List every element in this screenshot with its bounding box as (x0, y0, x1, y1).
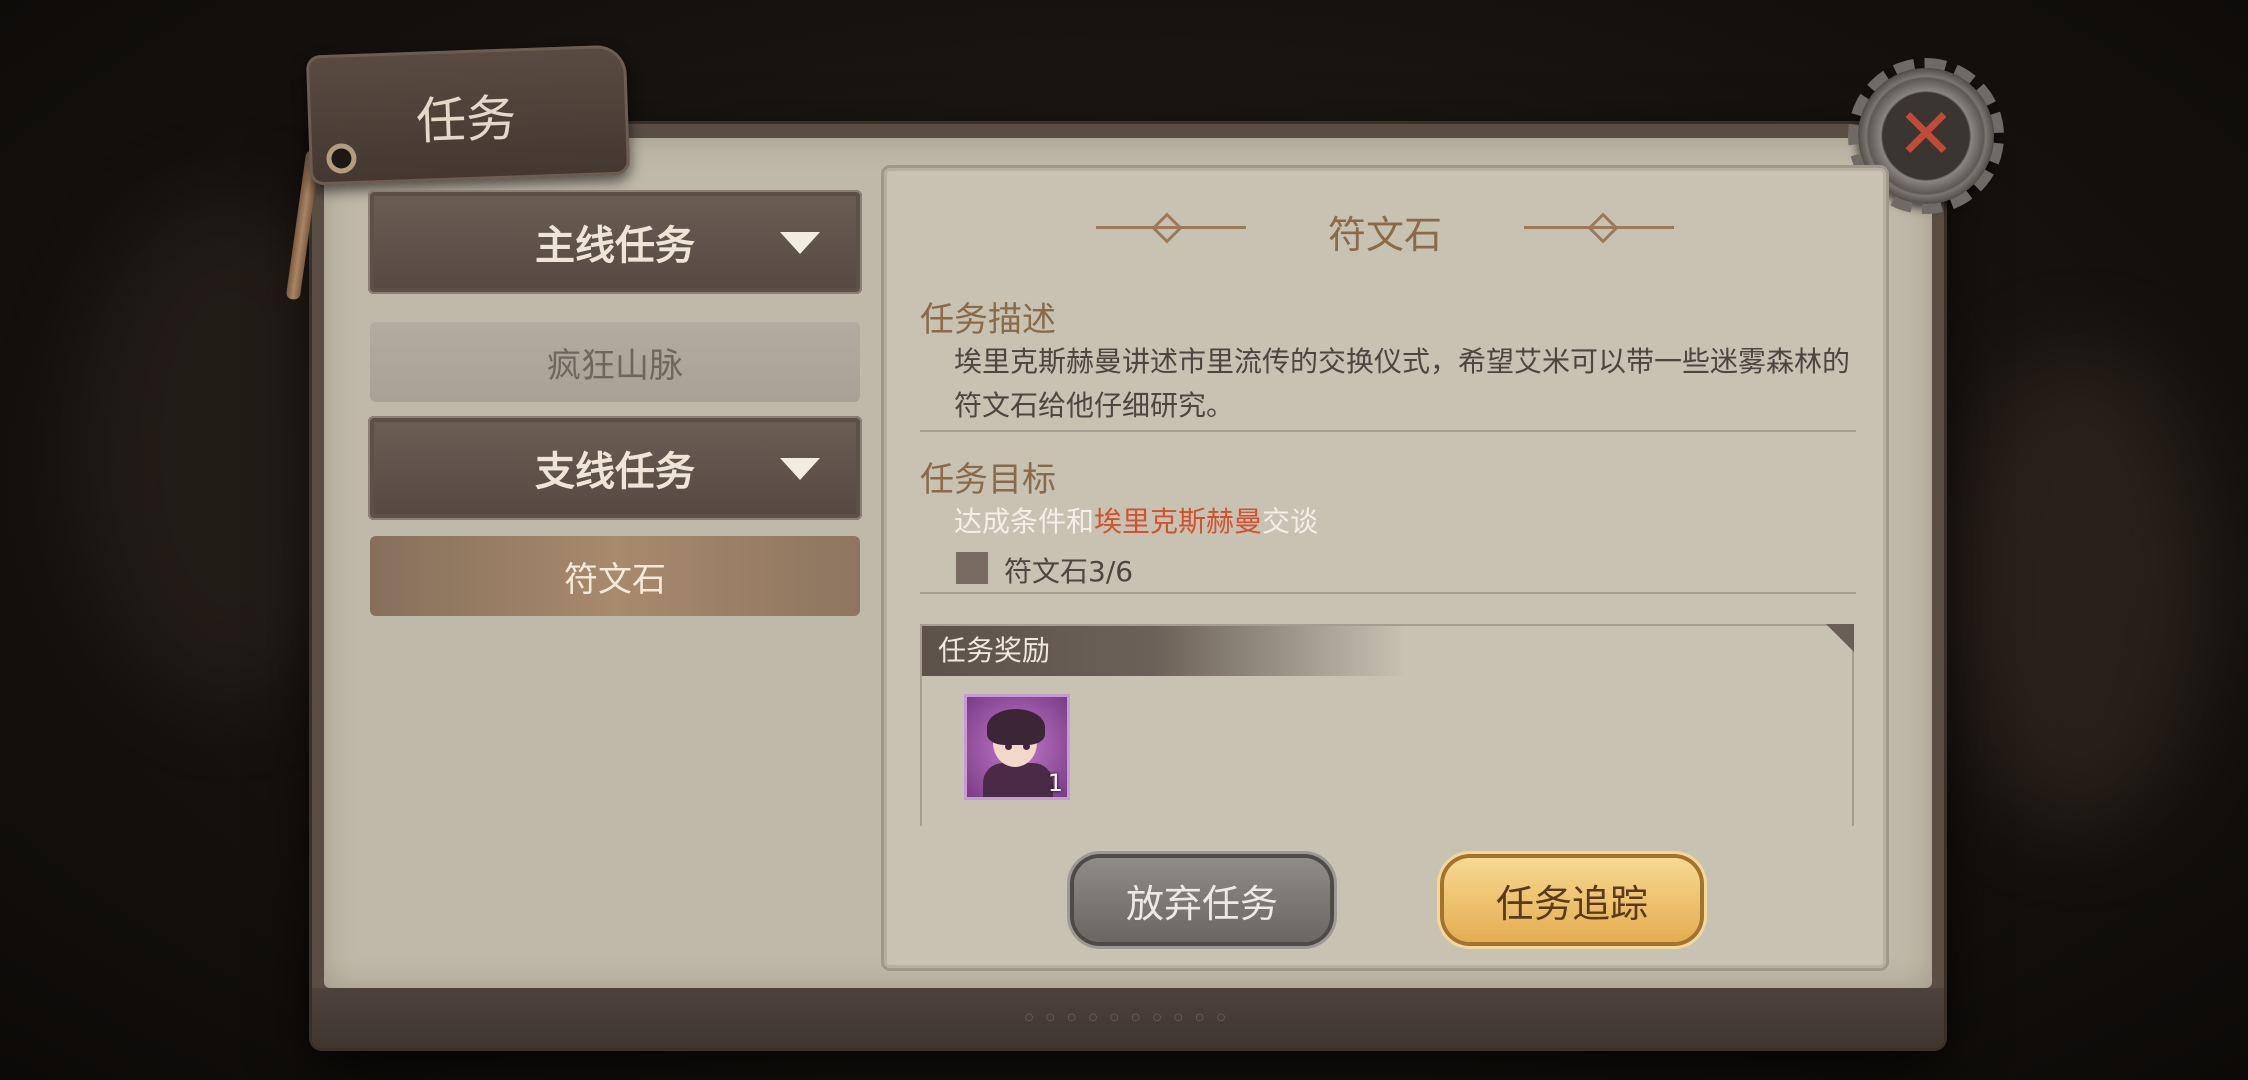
category-main-label: 主线任务 (535, 223, 695, 269)
avatar-hair (987, 709, 1045, 745)
objective-suffix: 交谈 (1262, 505, 1319, 538)
reward-box: 任务奖励 1 (920, 624, 1854, 826)
close-x-icon: ✕ (1896, 93, 1956, 175)
title-ornament-right (1524, 226, 1674, 229)
category-side-label: 支线任务 (535, 449, 695, 495)
objective-heading: 任务目标 (920, 460, 1056, 500)
checkbox-icon (956, 552, 988, 584)
reward-corner (1826, 624, 1854, 652)
abandon-quest-button[interactable]: 放弃任务 (1074, 858, 1330, 942)
quest-item-crazy-mountains[interactable]: 疯狂山脉 (370, 322, 860, 402)
quest-detail-panel: 符文石 任务描述 埃里克斯赫曼讲述市里流传的交换仪式，希望艾米可以带一些迷雾森林… (884, 168, 1886, 968)
avatar-eye (1023, 743, 1030, 750)
objective-progress: 符文石3/6 (1004, 555, 1134, 588)
quest-item-label: 疯狂山脉 (547, 345, 683, 386)
divider (920, 430, 1856, 432)
frame-bottom-bar: ◦◦◦◦◦◦◦◦◦◦ (312, 988, 1944, 1048)
frame-ornament: ◦◦◦◦◦◦◦◦◦◦ (1021, 1004, 1235, 1034)
background-blur (1950, 350, 2210, 830)
divider (920, 592, 1856, 594)
objective-prefix: 达成条件和 (954, 505, 1095, 538)
chevron-down-icon (780, 458, 820, 480)
tag-hole (331, 148, 352, 169)
description-heading: 任务描述 (920, 300, 1056, 340)
reward-heading: 任务奖励 (922, 626, 1852, 676)
quest-objective: 达成条件和埃里克斯赫曼交谈 (954, 500, 1318, 540)
quest-item-label: 符文石 (564, 559, 666, 600)
quest-title: 符文石 (1327, 213, 1442, 257)
track-label: 任务追踪 (1495, 881, 1648, 926)
track-quest-button[interactable]: 任务追踪 (1444, 858, 1700, 942)
window-title-tag: 任务 (305, 44, 631, 186)
avatar-eye (1005, 743, 1012, 750)
quest-description: 埃里克斯赫曼讲述市里流传的交换仪式，希望艾米可以带一些迷雾森林的符文石给他仔细研… (954, 345, 1851, 422)
abandon-label: 放弃任务 (1125, 881, 1278, 926)
chevron-down-icon (780, 232, 820, 254)
category-side-quests[interactable]: 支线任务 (368, 416, 862, 520)
category-main-quests[interactable]: 主线任务 (368, 190, 862, 294)
reward-count: 1 (1047, 769, 1063, 797)
window-title: 任务 (415, 89, 518, 151)
quest-title-row: 符文石 (884, 204, 1886, 257)
objective-npc: 埃里克斯赫曼 (1094, 505, 1263, 538)
quest-item-rune-stone[interactable]: 符文石 (370, 536, 860, 616)
reward-item[interactable]: 1 (964, 694, 1070, 800)
character-portrait-icon (983, 763, 1053, 797)
